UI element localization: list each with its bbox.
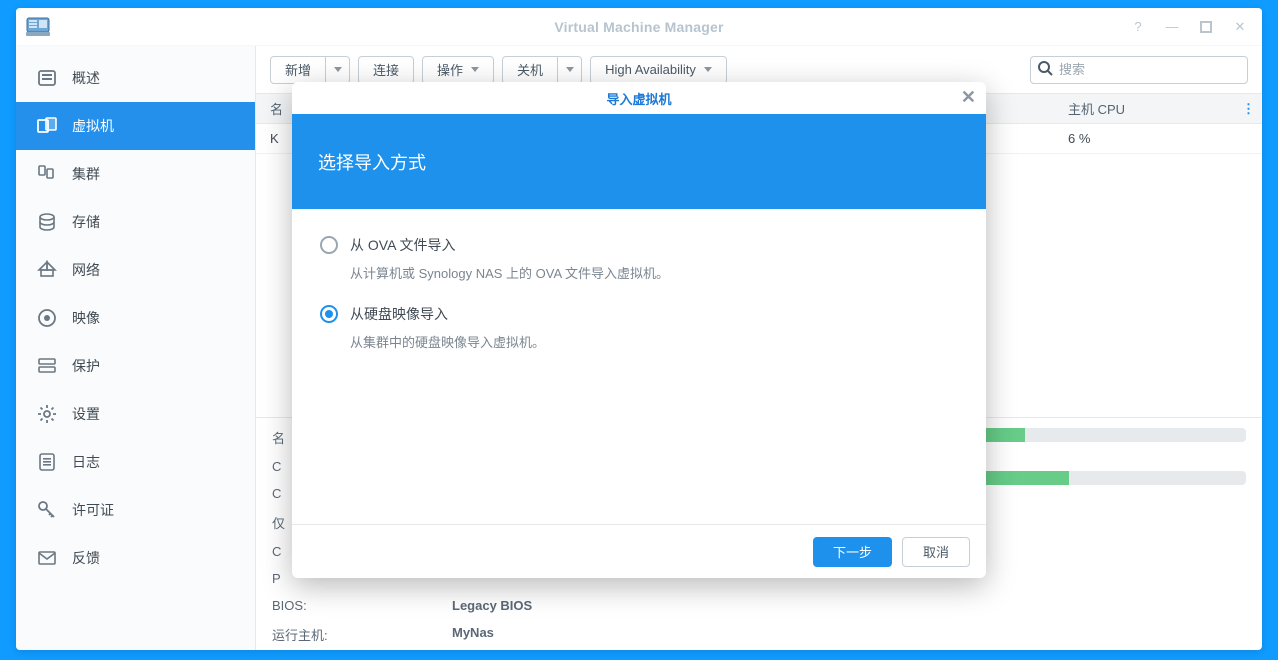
dialog-title: 导入虚拟机 [606,89,671,108]
cluster-icon [36,163,58,185]
mail-icon [36,547,58,569]
sidebar-item-log[interactable]: 日志 [16,438,255,486]
storage-icon [36,211,58,233]
action-button[interactable]: 操作 [422,56,494,84]
sidebar-item-label: 概述 [72,68,100,88]
sidebar-item-license[interactable]: 许可证 [16,486,255,534]
sidebar-item-overview[interactable]: 概述 [16,54,255,102]
overview-icon [36,67,58,89]
column-cpu[interactable]: 主机 CPU [1054,99,1234,118]
radio-label: 从硬盘映像导入 [350,304,448,324]
dialog-footer: 下一步 取消 [292,524,986,578]
column-menu-button[interactable]: ⋮ [1234,101,1262,117]
add-dropdown-caret[interactable] [326,56,350,84]
dialog-titlebar: 导入虚拟机 ✕ [292,82,986,114]
log-icon [36,451,58,473]
app-icon [26,17,50,37]
sidebar-item-label: 虚拟机 [72,116,114,136]
network-icon [36,259,58,281]
window-title: Virtual Machine Manager [554,19,723,35]
image-icon [36,307,58,329]
shield-icon [36,355,58,377]
dialog-body: 从 OVA 文件导入 从计算机或 Synology NAS 上的 OVA 文件导… [292,209,986,524]
sidebar-item-protection[interactable]: 保护 [16,342,255,390]
dialog-close-button[interactable]: ✕ [961,88,976,106]
sidebar-item-label: 集群 [72,164,100,184]
detail-key: 运行主机: [272,625,432,644]
window-controls: ? — ✕ [1126,15,1252,39]
radio-description: 从集群中的硬盘映像导入虚拟机。 [350,332,958,351]
next-button[interactable]: 下一步 [813,537,892,567]
power-button[interactable]: 关机 [502,56,558,84]
search-icon [1037,60,1053,79]
connect-button[interactable]: 连接 [358,56,414,84]
radio-description: 从计算机或 Synology NAS 上的 OVA 文件导入虚拟机。 [350,263,958,282]
search-box[interactable] [1030,56,1248,84]
power-dropdown-caret[interactable] [558,56,582,84]
sidebar: 概述 虚拟机 集群 存储 网络 映像 [16,46,256,650]
ha-button[interactable]: High Availability [590,56,727,84]
sidebar-item-storage[interactable]: 存储 [16,198,255,246]
radio-label: 从 OVA 文件导入 [350,235,456,255]
import-option-disk-image[interactable]: 从硬盘映像导入 [320,304,958,324]
detail-value: MyNas [452,625,532,644]
sidebar-item-vm[interactable]: 虚拟机 [16,102,255,150]
titlebar: Virtual Machine Manager ? — ✕ [16,8,1262,46]
chevron-down-icon [334,67,342,72]
gear-icon [36,403,58,425]
sidebar-item-label: 保护 [72,356,100,376]
sidebar-item-label: 许可证 [72,500,114,520]
dialog-banner: 选择导入方式 [292,114,986,209]
action-label: 操作 [437,60,463,79]
sidebar-item-label: 网络 [72,260,100,280]
radio-icon [320,236,338,254]
sidebar-item-image[interactable]: 映像 [16,294,255,342]
sidebar-item-network[interactable]: 网络 [16,246,255,294]
add-button[interactable]: 新增 [270,56,326,84]
sidebar-item-label: 日志 [72,452,100,472]
sidebar-item-label: 设置 [72,404,100,424]
import-vm-dialog: 导入虚拟机 ✕ 选择导入方式 从 OVA 文件导入 从计算机或 Synology… [292,82,986,578]
sidebar-item-label: 映像 [72,308,100,328]
close-button[interactable]: ✕ [1228,15,1252,39]
chevron-down-icon [471,67,479,72]
cell-cpu: 6 % [1054,131,1234,146]
maximize-button[interactable] [1194,15,1218,39]
search-input[interactable] [1053,57,1241,83]
import-option-ova[interactable]: 从 OVA 文件导入 [320,235,958,255]
chevron-down-icon [704,67,712,72]
sidebar-item-label: 存储 [72,212,100,232]
cancel-button[interactable]: 取消 [902,537,970,567]
detail-key: BIOS: [272,598,432,613]
sidebar-item-settings[interactable]: 设置 [16,390,255,438]
key-icon [36,499,58,521]
minimize-button[interactable]: — [1160,15,1184,39]
help-button[interactable]: ? [1126,15,1150,39]
sidebar-item-feedback[interactable]: 反馈 [16,534,255,582]
chevron-down-icon [566,67,574,72]
radio-icon [320,305,338,323]
sidebar-item-cluster[interactable]: 集群 [16,150,255,198]
detail-value: Legacy BIOS [452,598,532,613]
ha-label: High Availability [605,62,696,77]
sidebar-item-label: 反馈 [72,548,100,568]
vm-icon [36,115,58,137]
